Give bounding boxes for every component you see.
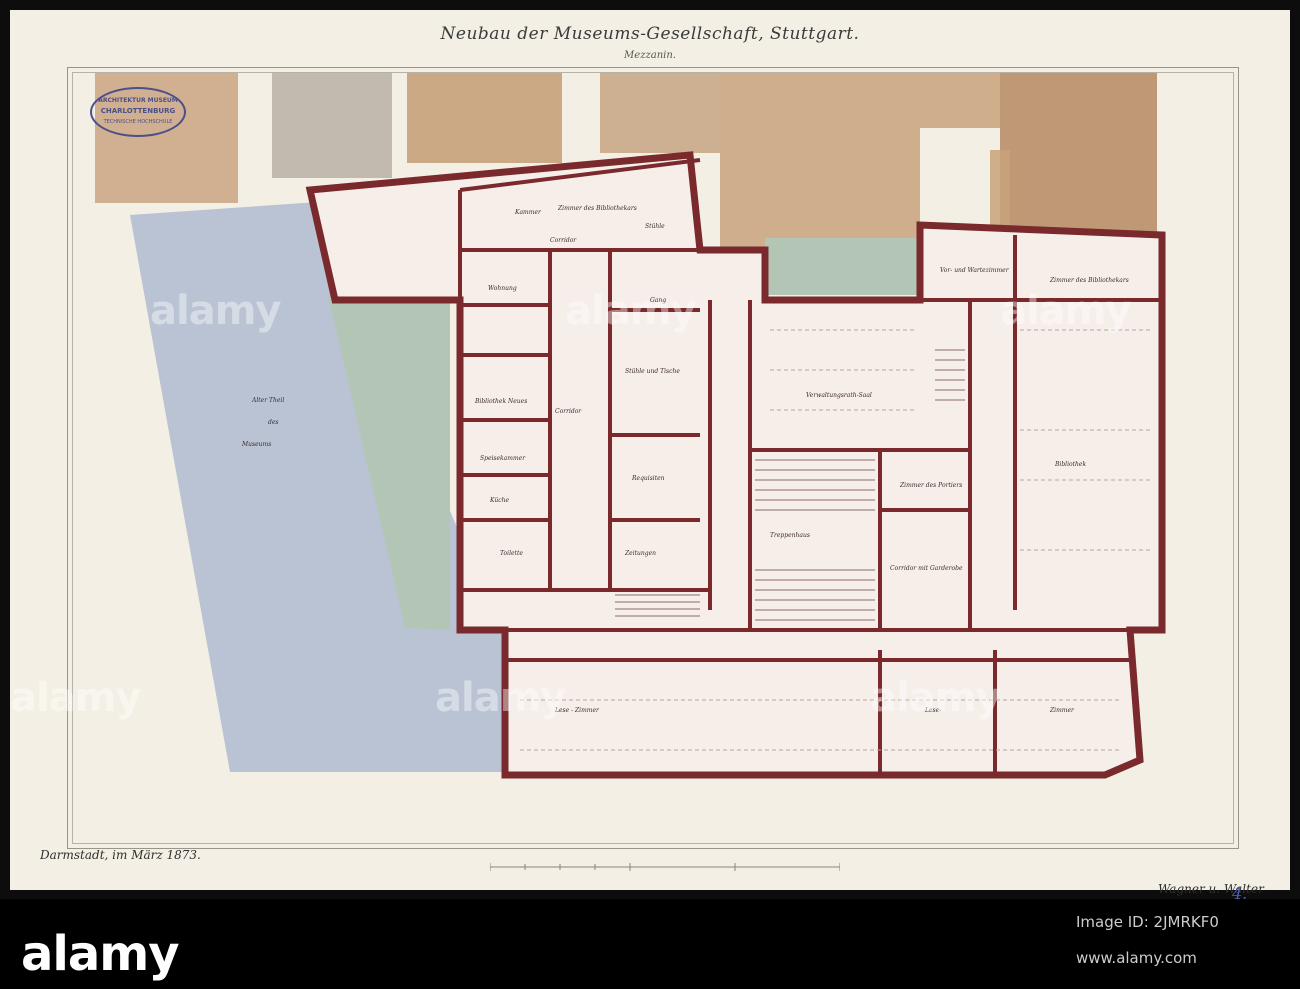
room-requisiten: Requisiten: [631, 475, 665, 482]
courtyard-top: [765, 238, 920, 295]
room-bibliothek-neues: Bibliothek Neues: [474, 398, 527, 405]
architect-signature: Wagner u. Walter: [1158, 882, 1264, 896]
stamp-line-3: TECHNISCHE HOCHSCHULE: [103, 119, 173, 125]
room-vorzimmer: Vor- und Wartezimmer: [940, 267, 1010, 274]
room-corridor-garderobe: Corridor mit Garderobe: [890, 565, 963, 572]
room-stuehle-tische: Stühle und Tische: [625, 368, 680, 375]
old-part-label-3: Museums: [241, 441, 271, 448]
watermark-ghost: alamy: [1000, 288, 1131, 334]
room-speisekammer: Speisekammer: [480, 455, 526, 462]
watermark-ghost: alamy: [565, 288, 696, 334]
stamp-line-2: CHARLOTTENBURG: [100, 107, 176, 115]
drawing-sheet: Neubau der Museums-Gesellschaft, Stuttga…: [10, 10, 1290, 903]
room-zimmer-bibliothekars: Zimmer des Bibliothekars: [1049, 277, 1129, 284]
watermark-ghost: alamy: [150, 288, 281, 334]
stamp-line-1: ARCHITEKTUR MUSEUM: [98, 97, 178, 104]
alamy-logo: alamy: [21, 926, 180, 982]
scale-bar: [490, 863, 840, 871]
room-zimmer: Zimmer: [1049, 707, 1075, 714]
old-part-label-1: Alter Theil: [251, 397, 284, 404]
room-kammer: Kammer: [514, 209, 542, 216]
room-wohnung: Wohnung: [488, 285, 517, 292]
room-kueche: Küche: [489, 497, 509, 504]
room-bibliothek: Bibliothek: [1054, 461, 1086, 468]
room-corridor-mid: Corridor: [555, 408, 582, 415]
old-part-label-2: des: [268, 419, 278, 426]
room-stuehle: Stühle: [645, 223, 665, 230]
room-toilette: Toilette: [500, 550, 523, 557]
room-zeitungen: Zeitungen: [624, 550, 656, 557]
room-treppenhaus: Treppenhaus: [770, 532, 810, 539]
image-id: Image ID: 2JMRKF0: [1076, 913, 1219, 931]
watermark-ghost: alamy: [10, 675, 141, 721]
place-date: Darmstadt, im März 1873.: [40, 848, 201, 862]
museum-stamp: ARCHITEKTUR MUSEUM CHARLOTTENBURG TECHNI…: [90, 87, 186, 137]
watermark-ghost: alamy: [870, 675, 1001, 721]
room-corridor-top: Corridor: [550, 237, 577, 244]
room-verwaltungsrath: Verwaltungsrath-Saal: [806, 392, 872, 399]
room-zimmer-bibl: Zimmer des Bibliothekars: [557, 205, 637, 212]
watermark-ghost: alamy: [435, 675, 566, 721]
floor-plan: Alter Theil des Museums Kammer Zimmer de…: [95, 73, 1166, 779]
watermark-url[interactable]: www.alamy.com: [1076, 949, 1197, 967]
room-zimmer-portiers: Zimmer des Portiers: [899, 482, 962, 489]
